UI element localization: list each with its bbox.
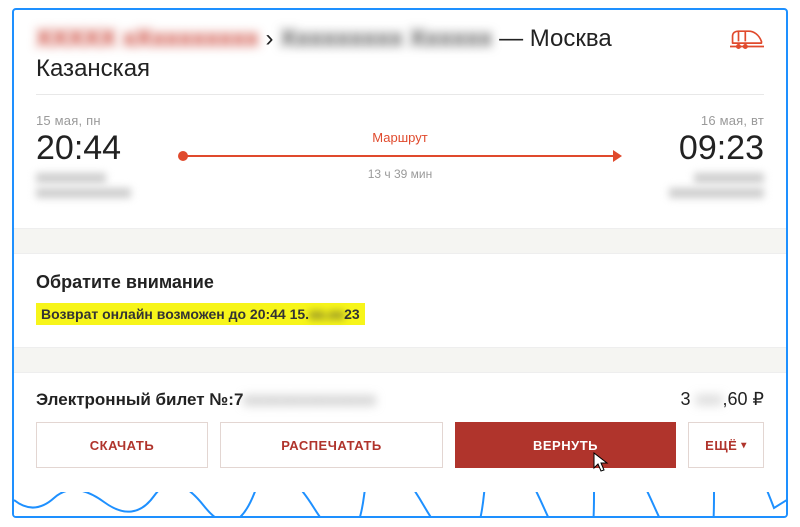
- route-timeline: 15 мая, пн 20:44 Маршрут 13 ч 39 мин 16 …: [14, 95, 786, 228]
- route-title: XXXXX xXxxxxxxxx › Xxxxxxxxx Xxxxxx — Мо…: [36, 24, 730, 84]
- route-link[interactable]: Маршрут: [182, 130, 618, 145]
- notice-title: Обратите внимание: [36, 272, 764, 293]
- arrival-time: 09:23: [624, 130, 764, 167]
- duration: 13 ч 39 мин: [182, 167, 618, 181]
- more-button[interactable]: ЕЩЁ ▾: [688, 422, 764, 468]
- train-icon: [730, 24, 764, 52]
- departure-time: 20:44: [36, 130, 176, 167]
- route-arrow: [182, 155, 618, 157]
- notice-block: Обратите внимание Возврат онлайн возможе…: [14, 254, 786, 347]
- arrival-station-blurred: [694, 173, 764, 183]
- cursor-icon: [592, 452, 610, 480]
- departure-station-blurred: [36, 173, 106, 183]
- refund-button[interactable]: ВЕРНУТЬ: [455, 422, 676, 468]
- e-ticket-number: Электронный билет №:7xxxxxxxxxxxxxx: [36, 390, 376, 410]
- via-blurred: Xxxxxxxxx Xxxxxx: [280, 24, 492, 54]
- notice-text: Возврат онлайн возможен до 20:44 15.xx.x…: [36, 303, 365, 325]
- arrival-date: 16 мая, вт: [624, 113, 764, 128]
- chevron-down-icon: ▾: [741, 440, 747, 451]
- arrival-station-blurred-2: [669, 188, 764, 198]
- ticket-price: 3 xxx,60 ₽: [681, 389, 765, 410]
- section-gap: [14, 228, 786, 254]
- download-button[interactable]: СКАЧАТЬ: [36, 422, 208, 468]
- origin-blurred: XXXXX xXxxxxxxxx: [36, 24, 259, 54]
- section-gap: [14, 347, 786, 373]
- departure-date: 15 мая, пн: [36, 113, 176, 128]
- print-button[interactable]: РАСПЕЧАТАТЬ: [220, 422, 443, 468]
- departure-station-blurred-2: [36, 188, 131, 198]
